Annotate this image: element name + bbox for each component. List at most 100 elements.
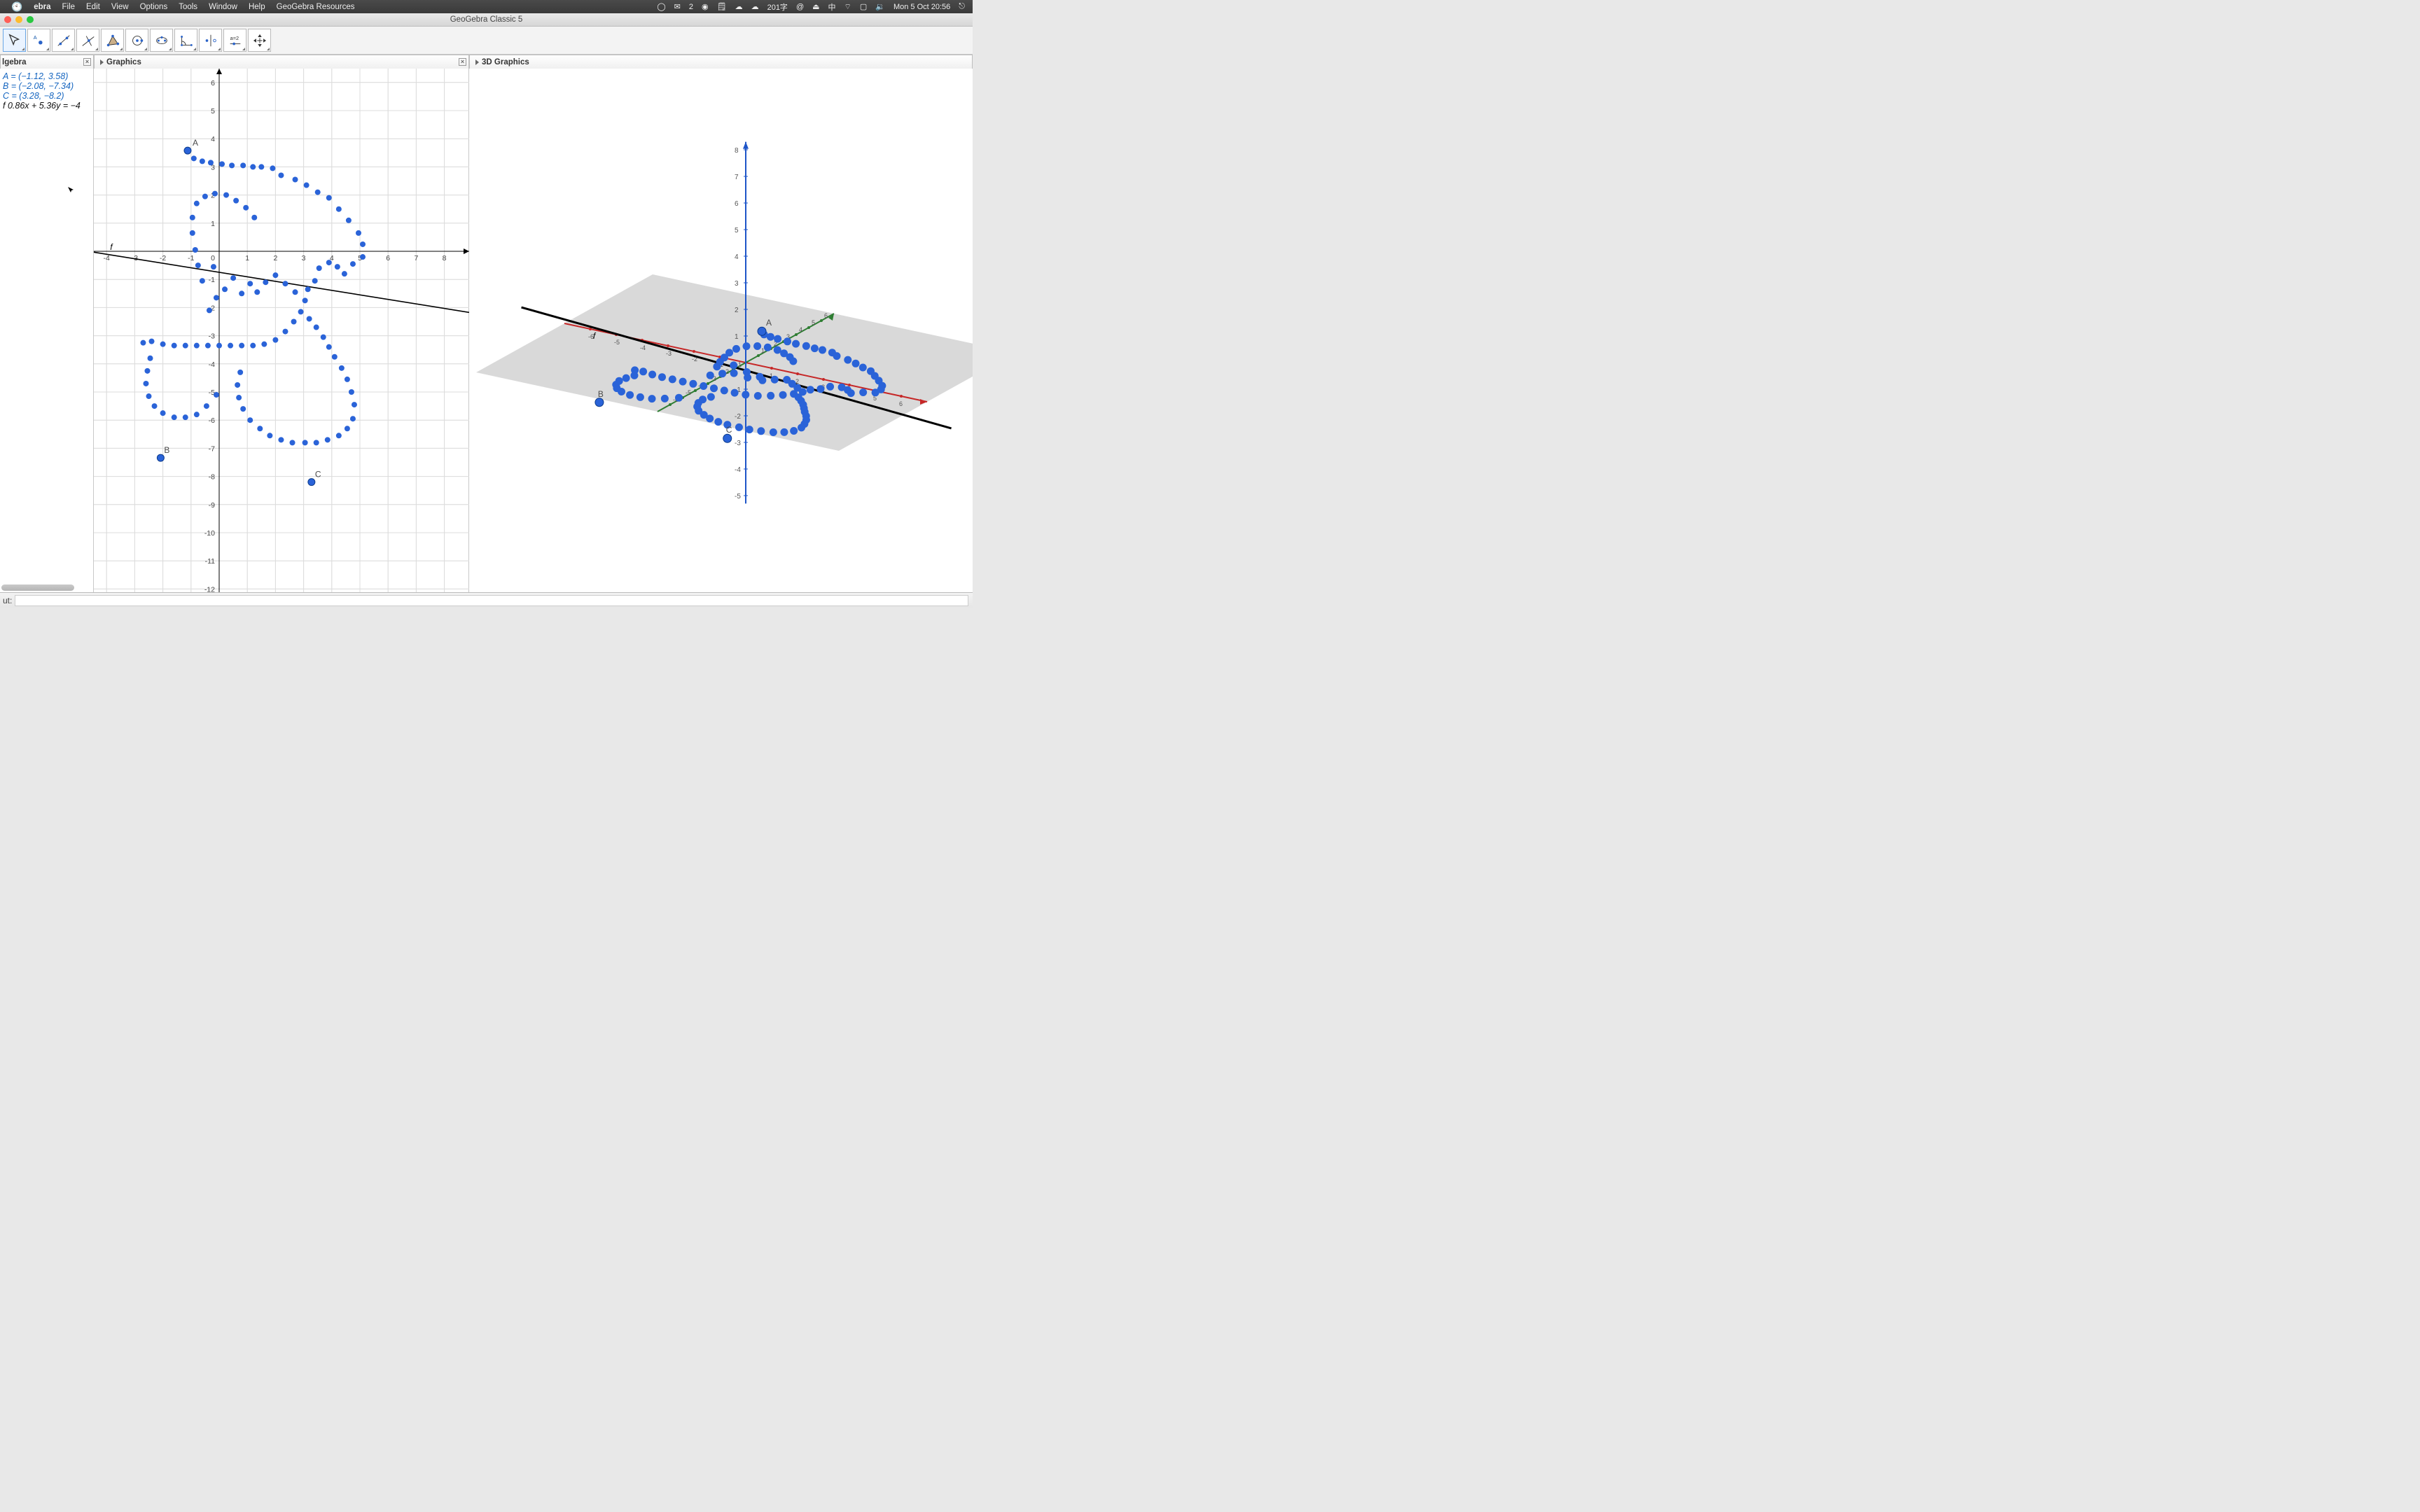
view-menu[interactable]: View <box>106 3 134 11</box>
chevron-right-icon <box>475 59 479 65</box>
logo-icon[interactable]: ⎋ <box>957 2 967 11</box>
svg-text:-2: -2 <box>735 413 741 421</box>
calendar-icon[interactable]: 🗒 <box>715 2 729 11</box>
plot-2d[interactable]: -4-3-2-1123456780-12-11-10-9-8-7-6-5-4-3… <box>94 69 469 592</box>
weather-icon[interactable]: ☁ <box>749 2 761 11</box>
svg-text:C: C <box>726 425 732 435</box>
todo-icon[interactable]: ◉ <box>700 2 711 11</box>
horizontal-scrollbar[interactable] <box>1 584 74 591</box>
svg-text:-10: -10 <box>204 529 215 538</box>
tab-algebra-label: lgebra <box>2 58 27 66</box>
svg-text:B: B <box>598 389 604 399</box>
tab-graphics-label: Graphics <box>106 58 141 66</box>
mic-icon[interactable]: ⏏ <box>810 2 821 11</box>
volume-icon[interactable]: 🔉 <box>873 2 887 11</box>
svg-text:5: 5 <box>735 227 739 234</box>
slider-tool[interactable]: a=2 <box>223 29 246 52</box>
input-field[interactable] <box>15 595 968 606</box>
reflect-tool[interactable] <box>199 29 222 52</box>
svg-text:-5: -5 <box>735 493 741 500</box>
svg-text:-3: -3 <box>735 440 741 447</box>
point-tool[interactable]: A <box>27 29 50 52</box>
algebra-item-f[interactable]: f 0.86x + 5.36y = −4 <box>1 101 92 111</box>
ime-status[interactable]: 中 <box>826 1 838 13</box>
svg-text:6: 6 <box>211 79 215 88</box>
svg-text:-5: -5 <box>686 389 691 396</box>
edit-menu[interactable]: Edit <box>81 3 106 11</box>
svg-text:-4: -4 <box>209 360 215 369</box>
svg-text:-3: -3 <box>209 332 215 341</box>
svg-text:-9: -9 <box>209 501 215 510</box>
svg-text:-6: -6 <box>209 416 215 425</box>
cursor-icon <box>67 186 76 195</box>
window-titlebar[interactable]: GeoGebra Classic 5 <box>0 13 973 27</box>
options-menu[interactable]: Options <box>134 3 174 11</box>
network-status[interactable]: 201字 <box>765 1 790 13</box>
display-icon[interactable]: ▢ <box>858 2 869 11</box>
svg-text:-12: -12 <box>204 585 215 592</box>
move-tool[interactable] <box>3 29 26 52</box>
help-menu[interactable]: Help <box>243 3 271 11</box>
conic-tool[interactable] <box>150 29 173 52</box>
wifi-icon[interactable]: ⌔ <box>842 2 854 12</box>
svg-text:A: A <box>766 318 772 328</box>
zoom-window-button[interactable] <box>27 16 34 23</box>
app-menu[interactable]: ebra <box>28 3 56 11</box>
algebra-panel[interactable]: A = (−1.12, 3.58) B = (−2.08, −7.34) C =… <box>0 69 94 592</box>
svg-text:A: A <box>33 34 36 41</box>
tab-3dgraphics-label: 3D Graphics <box>482 58 529 66</box>
window-menu[interactable]: Window <box>203 3 243 11</box>
input-bar-label: ut: <box>3 596 12 606</box>
status-icon[interactable]: ◯ <box>655 2 667 11</box>
svg-text:6: 6 <box>899 400 903 407</box>
algebra-item-B[interactable]: B = (−2.08, −7.34) <box>1 81 92 91</box>
line-tool[interactable] <box>52 29 75 52</box>
svg-text:-4: -4 <box>735 466 741 474</box>
svg-text:f: f <box>110 242 113 252</box>
close-algebra-icon[interactable]: × <box>83 58 91 66</box>
svg-text:C: C <box>315 470 321 479</box>
clock[interactable]: Mon 5 Oct 20:56 <box>891 3 952 11</box>
move-view-tool[interactable] <box>248 29 271 52</box>
svg-text:-11: -11 <box>205 557 216 566</box>
svg-text:-3: -3 <box>666 350 672 357</box>
tab-algebra[interactable]: lgebra × <box>0 55 94 69</box>
polygon-tool[interactable] <box>101 29 124 52</box>
perpendicular-tool[interactable] <box>76 29 99 52</box>
svg-text:8: 8 <box>443 254 447 262</box>
at-icon[interactable]: @ <box>794 3 806 11</box>
algebra-item-A[interactable]: A = (−1.12, 3.58) <box>1 71 92 81</box>
cloud-icon[interactable]: ☁︎ <box>733 2 745 11</box>
close-graphics-icon[interactable]: × <box>459 58 466 66</box>
svg-text:0: 0 <box>211 254 215 262</box>
svg-text:a=2: a=2 <box>230 35 238 41</box>
angle-tool[interactable] <box>174 29 197 52</box>
plot-3d[interactable]: -6-5-4-3-2-1123456-6-5-4-3-2-1123456-5-4… <box>469 69 973 592</box>
graphics-3d-view[interactable]: -6-5-4-3-2-1123456-6-5-4-3-2-1123456-5-4… <box>469 69 973 592</box>
panel-tabs: lgebra × Graphics × 3D Graphics <box>0 55 973 69</box>
tab-3dgraphics[interactable]: 3D Graphics <box>469 55 973 69</box>
geogebra-resources-menu[interactable]: GeoGebra Resources <box>271 3 361 11</box>
apple-menu-icon[interactable]: 🕙 <box>6 1 28 13</box>
close-window-button[interactable] <box>4 16 11 23</box>
algebra-item-C[interactable]: C = (3.28, −8.2) <box>1 91 92 101</box>
svg-text:-1: -1 <box>188 254 194 262</box>
tool-toolbar: A a=2 <box>0 27 973 55</box>
svg-text:-4: -4 <box>640 344 646 351</box>
svg-text:-5: -5 <box>614 339 620 346</box>
tools-menu[interactable]: Tools <box>173 3 203 11</box>
svg-text:4: 4 <box>799 326 802 333</box>
wechat-icon[interactable]: ✉︎ <box>672 2 683 11</box>
macos-menubar: 🕙 ebra File Edit View Options Tools Wind… <box>0 0 973 13</box>
wechat-badge: 2 <box>687 3 695 11</box>
file-menu[interactable]: File <box>56 3 81 11</box>
svg-text:2: 2 <box>735 307 739 314</box>
svg-text:5: 5 <box>812 319 815 326</box>
circle-tool[interactable] <box>125 29 148 52</box>
svg-text:-7: -7 <box>209 444 215 453</box>
minimize-window-button[interactable] <box>15 16 22 23</box>
svg-text:3: 3 <box>302 254 306 262</box>
tab-graphics[interactable]: Graphics × <box>94 55 469 69</box>
svg-text:7: 7 <box>414 254 418 262</box>
graphics-2d-view[interactable]: -4-3-2-1123456780-12-11-10-9-8-7-6-5-4-3… <box>94 69 469 592</box>
